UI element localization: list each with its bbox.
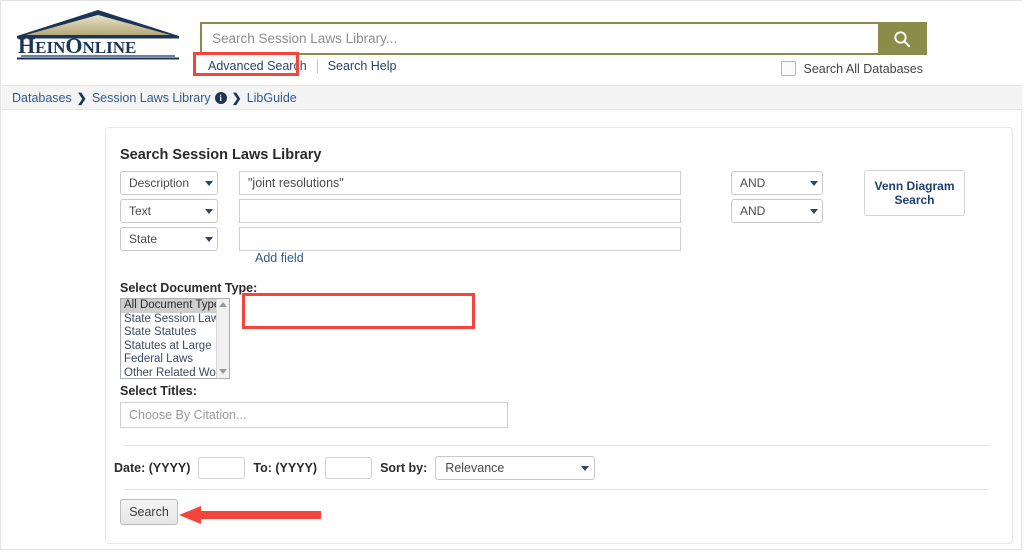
scroll-down-icon[interactable] bbox=[219, 369, 227, 374]
operator-select-2-value: AND bbox=[740, 204, 766, 218]
operator-select-1-value: AND bbox=[740, 176, 766, 190]
date-and-sort-row: Date: (YYYY) To: (YYYY) Sort by: Relevan… bbox=[114, 456, 596, 480]
search-icon bbox=[893, 30, 910, 47]
venn-diagram-search-button[interactable]: Venn Diagram Search bbox=[864, 170, 965, 216]
chevron-down-icon bbox=[810, 180, 818, 186]
search-input[interactable] bbox=[202, 24, 878, 53]
search-all-databases-checkbox[interactable] bbox=[781, 61, 797, 76]
panel-title: Search Session Laws Library bbox=[120, 147, 322, 163]
search-field-row-1: Description bbox=[120, 171, 681, 195]
info-icon[interactable]: i bbox=[214, 91, 227, 104]
field-select-1-value: Description bbox=[129, 176, 190, 190]
breadcrumb: Databases ❯ Session Laws Library i ❯ Lib… bbox=[2, 85, 1022, 110]
field-select-3[interactable]: State bbox=[120, 227, 218, 251]
header-links: Advanced Search Search Help bbox=[200, 55, 404, 77]
operator-select-2[interactable]: AND bbox=[731, 199, 823, 223]
date-from-input[interactable] bbox=[198, 457, 246, 479]
field-value-input-1[interactable] bbox=[239, 171, 681, 195]
date-to-label: To: (YYYY) bbox=[253, 461, 318, 475]
sort-by-value: Relevance bbox=[445, 461, 505, 475]
list-item[interactable]: Other Related Works bbox=[121, 367, 229, 379]
chevron-down-icon bbox=[205, 208, 213, 214]
list-item[interactable]: All Document Types bbox=[121, 299, 229, 313]
boolean-operator-column: AND AND bbox=[731, 171, 823, 227]
sort-by-select[interactable]: Relevance bbox=[435, 456, 596, 480]
search-field-rows: Description Text State bbox=[120, 171, 681, 255]
search-field-row-2: Text bbox=[120, 199, 681, 223]
document-type-label: Select Document Type: bbox=[120, 281, 258, 295]
advanced-search-panel: Search Session Laws Library Description … bbox=[105, 127, 1013, 544]
date-from-label: Date: (YYYY) bbox=[114, 461, 191, 475]
advanced-search-link[interactable]: Advanced Search bbox=[200, 57, 315, 75]
list-item[interactable]: State Statutes bbox=[121, 326, 229, 340]
listbox-scrollbar[interactable] bbox=[216, 299, 229, 378]
field-select-1[interactable]: Description bbox=[120, 171, 218, 195]
search-all-databases-label: Search All Databases bbox=[803, 61, 923, 76]
choose-by-citation-input[interactable] bbox=[120, 402, 508, 428]
list-item[interactable]: Federal Laws bbox=[121, 353, 229, 367]
date-to-input[interactable] bbox=[325, 457, 373, 479]
field-value-input-2[interactable] bbox=[239, 199, 681, 223]
chevron-down-icon bbox=[810, 208, 818, 214]
add-field-link[interactable]: Add field bbox=[255, 251, 304, 265]
search-help-link[interactable]: Search Help bbox=[320, 57, 405, 75]
scroll-up-icon[interactable] bbox=[219, 302, 227, 307]
chevron-down-icon bbox=[205, 180, 213, 186]
breadcrumb-item-session-laws-library[interactable]: Session Laws Library bbox=[92, 91, 211, 105]
list-item[interactable]: Statutes at Large bbox=[121, 340, 229, 354]
field-select-2-value: Text bbox=[129, 204, 152, 218]
search-field-row-3: State bbox=[120, 227, 681, 251]
global-search-bar[interactable] bbox=[200, 22, 927, 55]
divider-1 bbox=[124, 445, 989, 446]
annotation-arrow-icon bbox=[179, 505, 321, 525]
document-type-listbox[interactable]: All Document Types State Session Laws St… bbox=[120, 298, 230, 379]
breadcrumb-chevron-icon-2: ❯ bbox=[231, 90, 242, 105]
heinonline-logo[interactable]: HEINONLINE bbox=[11, 6, 186, 61]
select-titles-label: Select Titles: bbox=[120, 384, 197, 398]
operator-select-1[interactable]: AND bbox=[731, 171, 823, 195]
list-item[interactable]: State Session Laws bbox=[121, 313, 229, 327]
description-row-highlight-box bbox=[242, 293, 475, 329]
field-select-2[interactable]: Text bbox=[120, 199, 218, 223]
chevron-down-icon bbox=[205, 236, 213, 242]
breadcrumb-item-libguide[interactable]: LibGuide bbox=[247, 91, 297, 105]
breadcrumb-item-databases[interactable]: Databases bbox=[12, 91, 72, 105]
sort-by-label: Sort by: bbox=[380, 461, 428, 475]
field-select-3-value: State bbox=[129, 232, 158, 246]
link-divider bbox=[316, 59, 318, 73]
search-all-databases-row[interactable]: Search All Databases bbox=[781, 61, 923, 76]
breadcrumb-chevron-icon: ❯ bbox=[76, 90, 87, 105]
divider-2 bbox=[124, 489, 989, 490]
page-container: HEINONLINE Advanced Search Search Help bbox=[0, 0, 1023, 550]
chevron-down-icon bbox=[581, 465, 590, 471]
search-submit-button[interactable] bbox=[878, 24, 925, 53]
site-header: HEINONLINE Advanced Search Search Help bbox=[1, 1, 1023, 85]
search-button[interactable]: Search bbox=[120, 499, 178, 525]
field-value-input-3[interactable] bbox=[239, 227, 681, 251]
